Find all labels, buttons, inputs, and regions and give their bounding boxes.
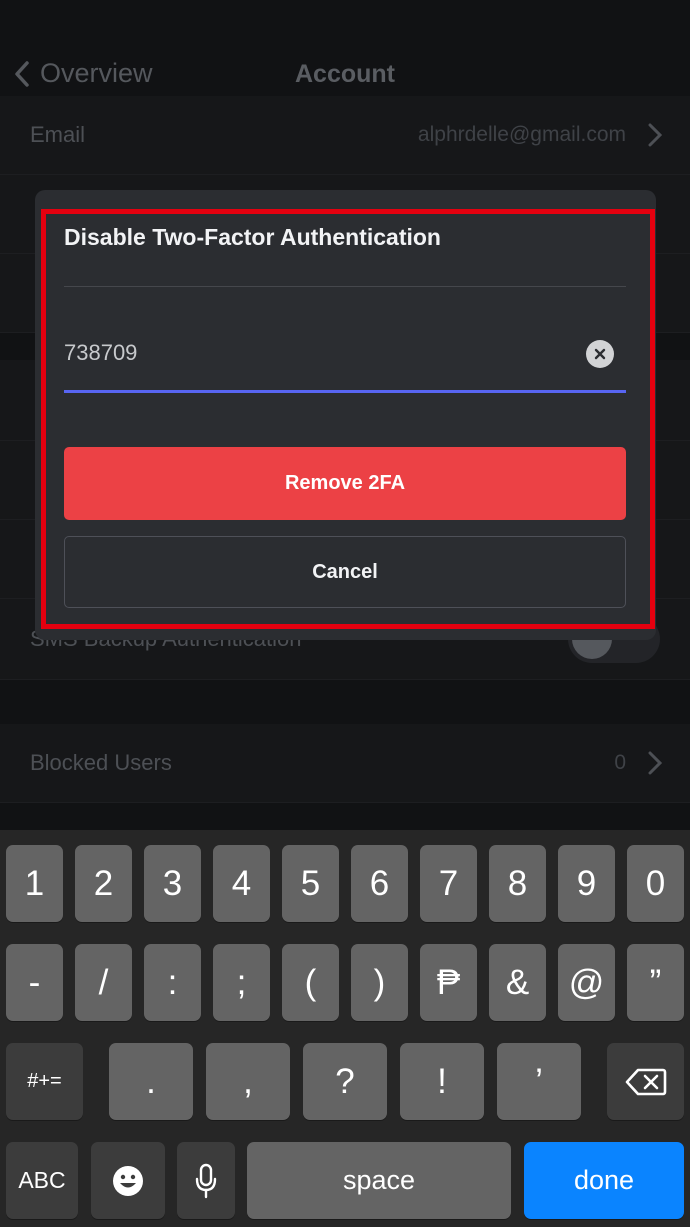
microphone-icon — [195, 1163, 217, 1198]
key-quote[interactable]: ” — [627, 944, 684, 1021]
chevron-right-icon — [648, 751, 662, 775]
key-at[interactable]: @ — [558, 944, 615, 1021]
key-4[interactable]: 4 — [213, 845, 270, 922]
dialog-divider — [64, 286, 626, 287]
key-1[interactable]: 1 — [6, 845, 63, 922]
keyboard: 1 2 3 4 5 6 7 8 9 0 - / : ; ( ) ₱ & @ ” … — [0, 830, 690, 1227]
key-5[interactable]: 5 — [282, 845, 339, 922]
key-8[interactable]: 8 — [489, 845, 546, 922]
done-key[interactable]: done — [524, 1142, 684, 1219]
blocked-users-count: 0 — [614, 751, 626, 774]
blocked-users-label: Blocked Users — [30, 750, 172, 775]
key-abc[interactable]: ABC — [6, 1142, 78, 1219]
cancel-button[interactable]: Cancel — [64, 536, 626, 608]
auth-code-input[interactable]: 738709 — [64, 335, 626, 391]
auth-code-value: 738709 — [64, 340, 138, 365]
key-7[interactable]: 7 — [420, 845, 477, 922]
page-title: Account — [295, 60, 395, 88]
backspace-key[interactable] — [607, 1043, 684, 1120]
dialog-title: Disable Two-Factor Authentication — [64, 224, 441, 250]
key-2[interactable]: 2 — [75, 845, 132, 922]
email-label: Email — [30, 122, 86, 147]
input-underline — [64, 390, 626, 393]
space-key[interactable]: space — [247, 1142, 511, 1219]
key-question[interactable]: ? — [303, 1043, 387, 1120]
email-value: alphrdelle@gmail.com — [417, 123, 626, 146]
key-comma[interactable]: , — [206, 1043, 290, 1120]
key-slash[interactable]: / — [75, 944, 132, 1021]
key-exclamation[interactable]: ! — [400, 1043, 484, 1120]
clear-circle-icon[interactable] — [586, 340, 614, 368]
key-open-paren[interactable]: ( — [282, 944, 339, 1021]
blocked-users-row[interactable]: Blocked Users 0 — [0, 724, 690, 803]
key-semicolon[interactable]: ; — [213, 944, 270, 1021]
key-ampersand[interactable]: & — [489, 944, 546, 1021]
key-0[interactable]: 0 — [627, 845, 684, 922]
email-row[interactable]: Email alphrdelle@gmail.com — [0, 96, 690, 175]
key-colon[interactable]: : — [144, 944, 201, 1021]
key-symbols-toggle[interactable]: #+= — [6, 1043, 83, 1120]
chevron-right-icon — [648, 123, 662, 147]
key-3[interactable]: 3 — [144, 845, 201, 922]
emoji-key[interactable] — [91, 1142, 165, 1219]
key-hyphen[interactable]: - — [6, 944, 63, 1021]
dictation-key[interactable] — [177, 1142, 235, 1219]
key-6[interactable]: 6 — [351, 845, 408, 922]
key-close-paren[interactable]: ) — [351, 944, 408, 1021]
key-peso[interactable]: ₱ — [420, 944, 477, 1021]
key-period[interactable]: . — [109, 1043, 193, 1120]
backspace-icon — [625, 1068, 666, 1095]
key-apostrophe[interactable]: ’ — [497, 1043, 581, 1120]
remove-2fa-button[interactable]: Remove 2FA — [64, 447, 626, 520]
key-9[interactable]: 9 — [558, 845, 615, 922]
emoji-icon — [113, 1165, 143, 1196]
